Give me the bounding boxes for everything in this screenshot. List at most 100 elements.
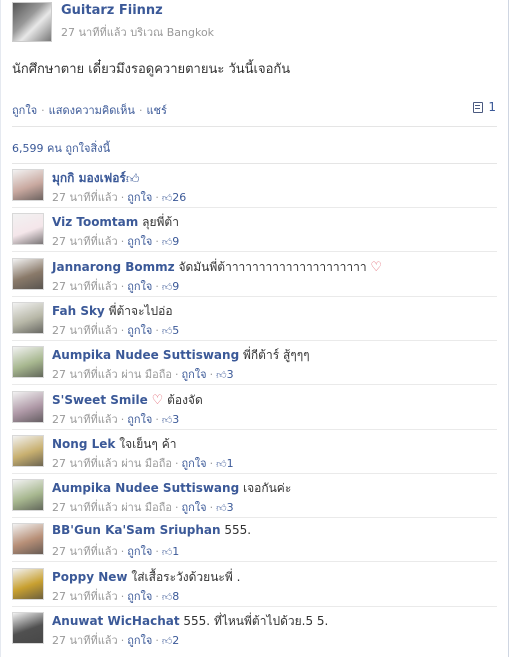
likes-summary[interactable]: 6,599 คน ถูกใจสิ่งนี้ xyxy=(12,139,110,157)
comment-time[interactable]: 27 นาทีที่แล้ว xyxy=(52,191,118,204)
comment-meta: 27 นาทีที่แล้ว · ถูกใจ · 👍︎2 xyxy=(52,631,179,649)
comment-author[interactable]: Nong Lek xyxy=(52,437,115,451)
separator-dot: · xyxy=(120,235,125,249)
comment-like-count[interactable]: 5 xyxy=(172,324,179,337)
comment-avatar[interactable] xyxy=(12,567,44,600)
heart-icon: ♡ xyxy=(151,392,164,408)
comment-like-link[interactable]: ถูกใจ xyxy=(181,501,206,514)
comment-time[interactable]: 27 นาทีที่แล้ว xyxy=(52,280,118,293)
comment-like-count[interactable]: 3 xyxy=(227,368,234,381)
comment-meta: 27 นาทีที่แล้ว · ถูกใจ · 👍︎8 xyxy=(52,587,179,605)
comment-like-link[interactable]: ถูกใจ xyxy=(127,191,152,204)
separator-dot: · xyxy=(120,589,125,603)
comment-text: จัดมันพี่ต้าาาาาาาาาาาาาาาาาาาาา xyxy=(178,259,367,274)
thumbs-up-icon: 👍︎ xyxy=(161,237,173,249)
thumbs-up-icon: 👍︎ xyxy=(161,281,173,293)
comment-like-link[interactable]: ถูกใจ xyxy=(127,324,152,337)
comment-divider xyxy=(12,561,497,563)
comment-like-count[interactable]: 8 xyxy=(172,590,179,603)
divider xyxy=(12,126,497,127)
comment-avatar[interactable] xyxy=(12,434,44,467)
comment-like-link[interactable]: ถูกใจ xyxy=(127,413,152,426)
comment-like-count[interactable]: 1 xyxy=(227,457,234,470)
thumbs-up-icon: 👍︎ xyxy=(161,591,173,603)
comment-item: BB'Gun Ka'Sam Sriuphan 555. 27 นาทีที่แล้… xyxy=(12,519,497,563)
comment-time[interactable]: 27 นาทีที่แล้ว xyxy=(52,235,118,248)
comment-author[interactable]: S'Sweet Smile xyxy=(52,393,148,407)
comment-like-count[interactable]: 9 xyxy=(172,280,179,293)
comment-divider xyxy=(12,251,497,253)
comment-author[interactable]: Viz Toomtam xyxy=(52,215,138,229)
comment-like-link[interactable]: ถูกใจ xyxy=(181,457,206,470)
comment-avatar[interactable] xyxy=(12,612,44,644)
author-name[interactable]: Guitarz Fiinnz xyxy=(61,3,163,18)
comment-divider xyxy=(12,295,497,297)
comment-author[interactable]: Aumpika Nudee Suttiswang xyxy=(52,348,239,362)
comment-author[interactable]: BB'Gun Ka'Sam Sriuphan xyxy=(52,523,221,537)
comment-time[interactable]: 27 นาทีที่แล้ว xyxy=(52,457,118,470)
comment-author[interactable]: Jannarong Bommz xyxy=(52,260,175,274)
comment-count: 1 xyxy=(488,100,496,114)
comment-like-link[interactable]: ถูกใจ xyxy=(127,235,152,248)
comment-like-count[interactable]: 2 xyxy=(172,634,179,647)
divider xyxy=(12,163,497,164)
comment-author[interactable]: Anuwat WicHachat xyxy=(52,614,180,628)
comment-like-count[interactable]: 3 xyxy=(227,501,234,514)
thumbs-up-icon: 👍︎ xyxy=(216,503,227,515)
comment-line: Aumpika Nudee Suttiswang พี่กีต้าร์ สู้ๆ… xyxy=(52,346,310,365)
comment-time[interactable]: 27 นาทีที่แล้ว xyxy=(52,634,118,647)
like-link[interactable]: ถูกใจ xyxy=(12,104,37,117)
comment-author[interactable]: มุกกิ มองเฟอร์ xyxy=(52,171,126,185)
comment-like-count[interactable]: 26 xyxy=(172,191,186,204)
comment-like-link[interactable]: ถูกใจ xyxy=(127,280,152,293)
comment-author[interactable]: Aumpika Nudee Suttiswang xyxy=(52,481,239,495)
author-avatar[interactable] xyxy=(12,2,52,42)
comment-via[interactable]: ผ่าน มือถือ xyxy=(121,501,172,514)
comment-line: Fah Sky พี่ต้าจะไปอ่อ xyxy=(52,302,173,321)
comment-like-count[interactable]: 1 xyxy=(172,545,179,558)
comment-divider xyxy=(12,472,497,474)
separator-dot: · xyxy=(120,323,125,337)
comment-like-link[interactable]: ถูกใจ xyxy=(181,368,206,381)
comment-text: 555. xyxy=(224,523,252,538)
comment-time[interactable]: 27 นาทีที่แล้ว xyxy=(52,590,118,603)
comment-avatar[interactable] xyxy=(12,257,44,290)
comment-item: Anuwat WicHachat 555. ที่ไหนพี่ต้าไปด้วย… xyxy=(12,608,497,651)
thumbs-up-icon: 👍︎ xyxy=(161,193,173,204)
comment-link[interactable]: แสดงความคิดเห็น xyxy=(49,104,135,117)
comment-meta: 27 นาทีที่แล้ว ผ่าน มือถือ · ถูกใจ · 👍︎1 xyxy=(52,454,234,472)
comment-time[interactable]: 27 นาทีที่แล้ว xyxy=(52,413,118,426)
share-link[interactable]: แชร์ xyxy=(146,104,166,117)
comment-avatar[interactable] xyxy=(12,479,44,512)
post-frame: Guitarz Fiinnz 27 นาทีที่แล้ว บริเวณ Ban… xyxy=(0,0,509,657)
comment-meta: 27 นาทีที่แล้ว · ถูกใจ · 👍︎1 xyxy=(52,542,179,560)
comment-like-link[interactable]: ถูกใจ xyxy=(127,545,152,558)
comment-avatar[interactable] xyxy=(12,390,44,423)
comment-avatar[interactable] xyxy=(12,301,44,334)
separator-dot: · xyxy=(120,191,125,204)
comment-like-link[interactable]: ถูกใจ xyxy=(127,634,152,647)
comment-via[interactable]: ผ่าน มือถือ xyxy=(121,368,172,381)
comment-like-count[interactable]: 9 xyxy=(172,235,179,248)
comment-time[interactable]: 27 นาทีที่แล้ว xyxy=(52,368,118,381)
comment-count-button[interactable]: 1 xyxy=(473,100,496,114)
comment-avatar[interactable] xyxy=(12,346,44,379)
comment-author[interactable]: Poppy New xyxy=(52,570,128,584)
comment-item: Poppy New ใส่เสื้อระวังด้วยนะพี่ . 27 นาท… xyxy=(12,564,497,607)
comment-avatar[interactable] xyxy=(12,213,44,246)
comment-text: ลุยพี่ต้า xyxy=(142,215,179,230)
separator-dot: · xyxy=(155,235,159,249)
comment-item: Viz Toomtam ลุยพี่ต้า 27 นาทีที่แล้ว · ถูกใ… xyxy=(12,209,497,253)
comment-via[interactable]: ผ่าน มือถือ xyxy=(121,457,172,470)
comment-line: Viz Toomtam ลุยพี่ต้า xyxy=(52,213,179,232)
comment-time[interactable]: 27 นาทีที่แล้ว xyxy=(52,545,118,558)
comment-avatar[interactable] xyxy=(12,523,44,556)
comment-avatar[interactable] xyxy=(12,169,44,201)
comment-author[interactable]: Fah Sky xyxy=(52,304,105,318)
comment-like-count[interactable]: 3 xyxy=(172,413,179,426)
comment-time[interactable]: 27 นาทีที่แล้ว xyxy=(52,501,118,514)
separator-dot: · xyxy=(155,323,159,337)
comment-time[interactable]: 27 นาทีที่แล้ว xyxy=(52,324,118,337)
comment-text: ต้องจัด xyxy=(167,392,203,407)
comment-like-link[interactable]: ถูกใจ xyxy=(127,590,152,603)
